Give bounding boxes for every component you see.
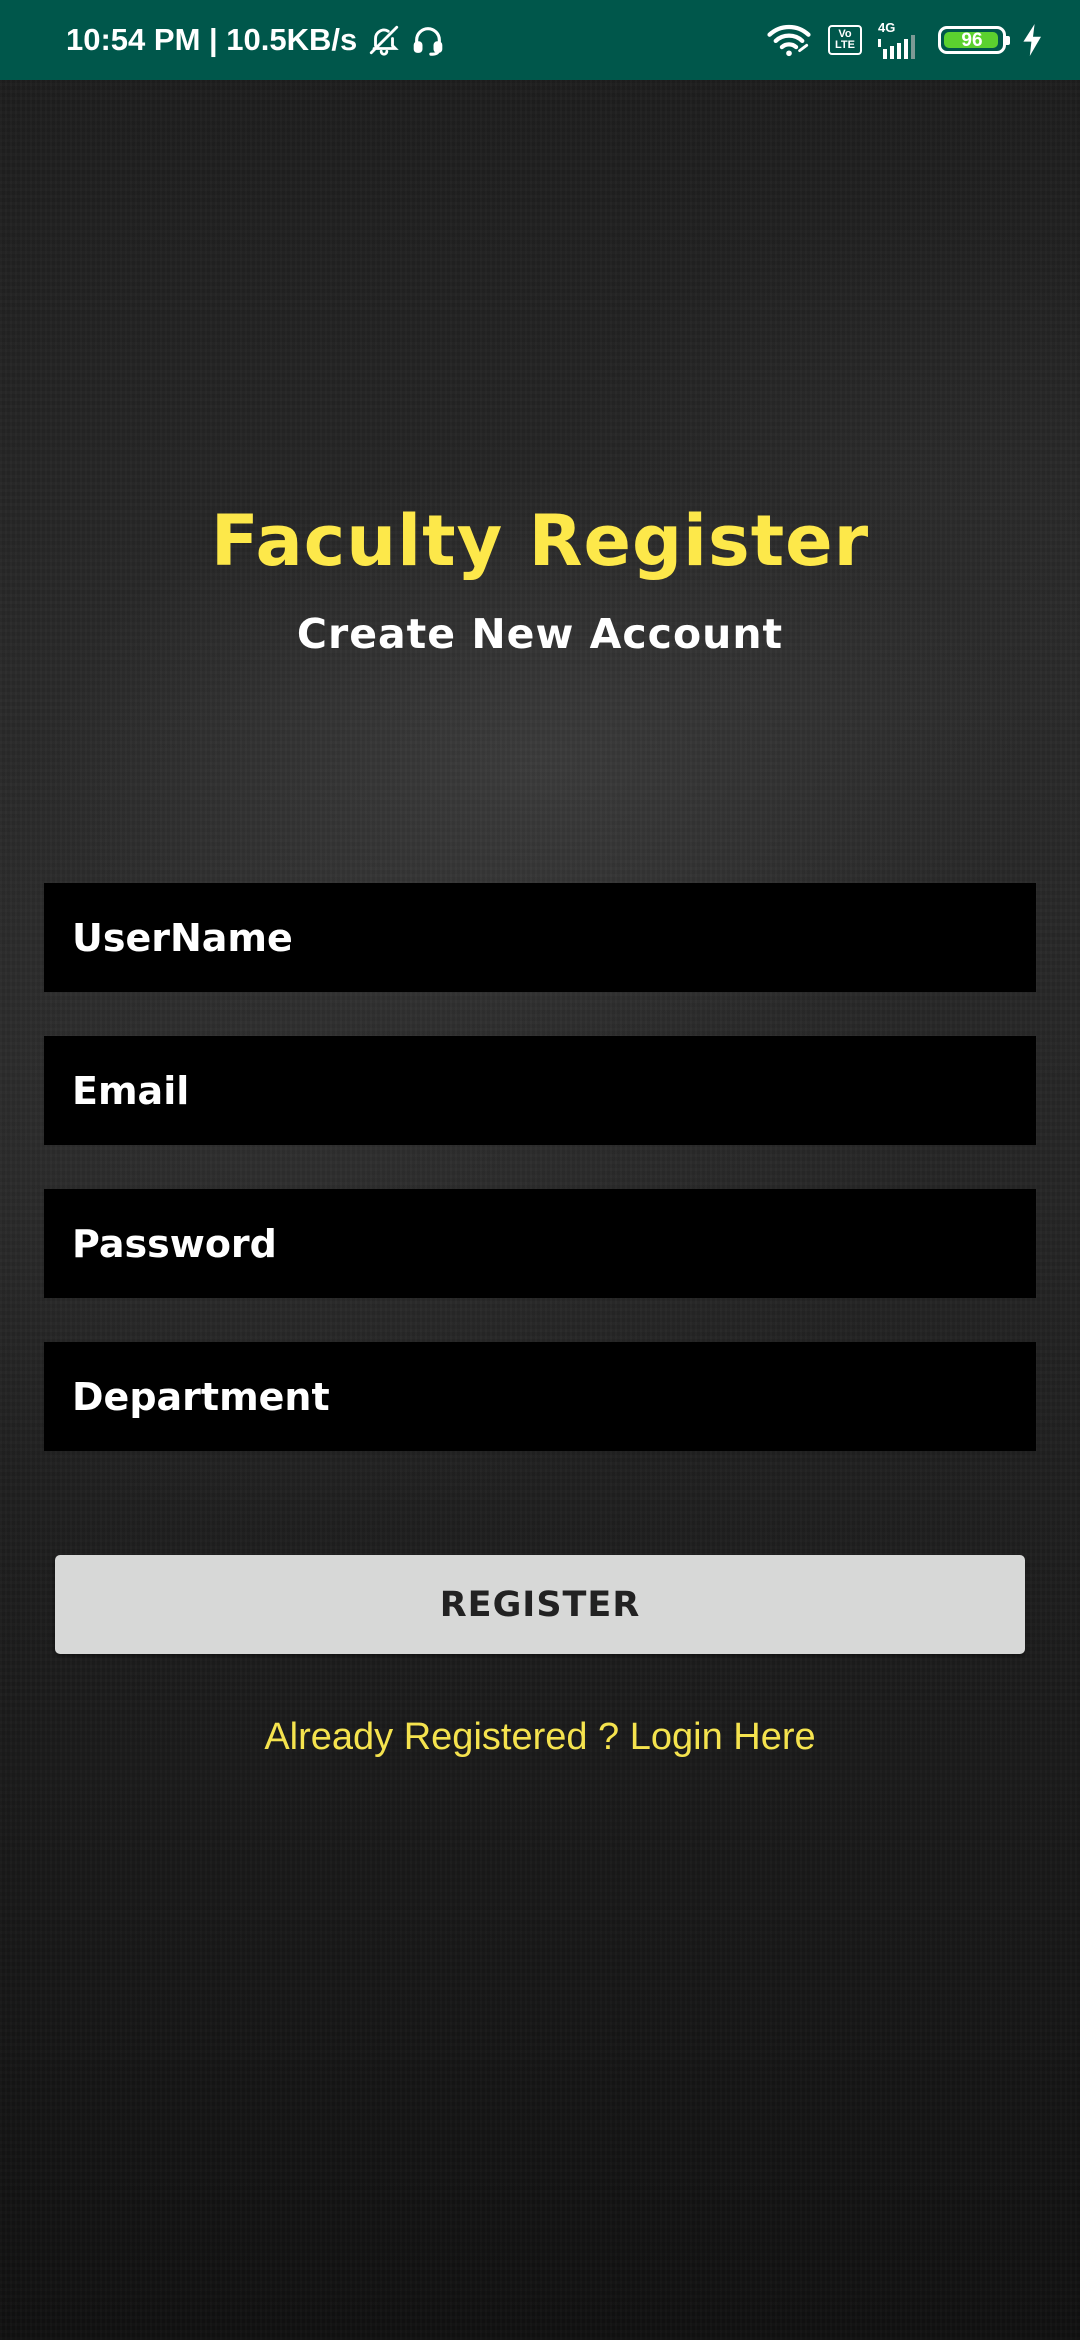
password-input[interactable]: [44, 1189, 1036, 1298]
email-input[interactable]: [44, 1036, 1036, 1145]
mute-notifications-icon: [367, 23, 401, 57]
network-type-label: 4G: [878, 20, 896, 35]
department-input[interactable]: [44, 1342, 1036, 1451]
battery-level-text: 96: [961, 29, 983, 51]
page-subtitle: Create New Account: [296, 610, 784, 658]
volte-icon: Vo LTE: [828, 25, 862, 55]
signal-icon: 4G: [878, 21, 922, 59]
status-left: 10:54 PM | 10.5KB/s: [66, 22, 445, 58]
register-button[interactable]: REGISTER: [55, 1555, 1025, 1654]
status-right: Vo LTE 4G 96: [766, 21, 1044, 59]
status-bar: 10:54 PM | 10.5KB/s Vo LTE 4G 96: [0, 0, 1080, 80]
status-time-speed: 10:54 PM | 10.5KB/s: [66, 22, 358, 57]
page-title: Faculty Register: [210, 500, 870, 582]
wifi-icon: [766, 22, 812, 58]
battery-icon: 96: [938, 26, 1010, 54]
headset-icon: [411, 23, 445, 57]
login-link[interactable]: Already Registered ? Login Here: [0, 1716, 1080, 1759]
username-input[interactable]: [44, 883, 1036, 992]
charging-icon: [1022, 24, 1044, 56]
register-screen: 10:54 PM | 10.5KB/s Vo LTE 4G 96 Faculty…: [0, 0, 1080, 2340]
